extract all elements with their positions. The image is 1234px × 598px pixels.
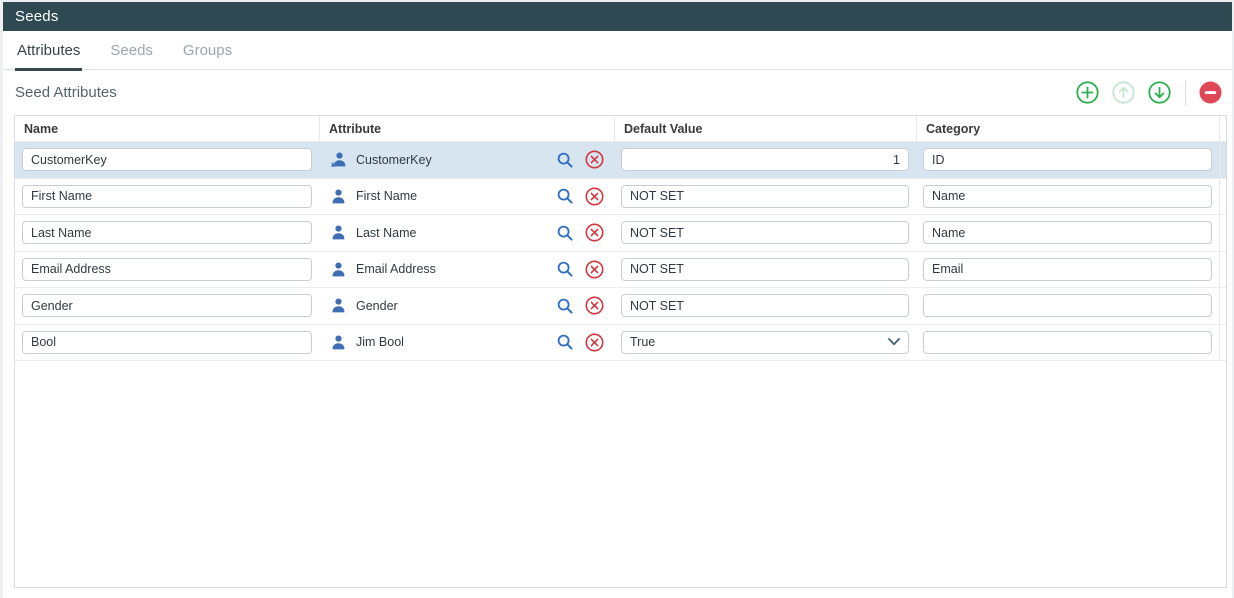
name-input[interactable] bbox=[22, 294, 312, 317]
toolbar-divider bbox=[1185, 80, 1186, 106]
default-value-input[interactable] bbox=[621, 148, 909, 171]
clear-attribute-icon[interactable] bbox=[584, 150, 604, 170]
chevron-down-icon bbox=[888, 338, 900, 346]
toolbar bbox=[1063, 80, 1222, 106]
clear-attribute-icon[interactable] bbox=[584, 296, 604, 316]
category-input[interactable] bbox=[923, 258, 1212, 281]
tab-bar: Attributes Seeds Groups bbox=[3, 31, 1232, 70]
person-icon bbox=[330, 188, 347, 205]
attribute-label: Email Address bbox=[356, 262, 436, 276]
search-attribute-icon[interactable] bbox=[555, 186, 575, 206]
move-up-button[interactable] bbox=[1111, 81, 1135, 105]
table-row[interactable]: Last Name bbox=[15, 215, 1226, 252]
default-value-dropdown[interactable]: True bbox=[621, 331, 909, 354]
default-value-input[interactable] bbox=[621, 185, 909, 208]
add-attribute-button[interactable] bbox=[1075, 81, 1099, 105]
column-header-name: Name bbox=[15, 116, 319, 141]
person-icon bbox=[330, 224, 347, 241]
arrow-up-circle-icon-disabled bbox=[1112, 81, 1135, 104]
column-header-category: Category bbox=[916, 116, 1219, 141]
table-row[interactable]: First Name bbox=[15, 179, 1226, 216]
table-row[interactable]: Gender bbox=[15, 288, 1226, 325]
tab-groups[interactable]: Groups bbox=[181, 42, 234, 71]
table-header-row: Name Attribute Default Value Category bbox=[15, 116, 1226, 142]
window-titlebar: Seeds bbox=[3, 2, 1232, 31]
attribute-label: First Name bbox=[356, 189, 417, 203]
tab-seeds-label: Seeds bbox=[110, 42, 153, 59]
person-icon bbox=[330, 297, 347, 314]
category-input[interactable] bbox=[923, 148, 1212, 171]
search-attribute-icon[interactable] bbox=[555, 259, 575, 279]
category-input[interactable] bbox=[923, 294, 1212, 317]
attribute-label: Jim Bool bbox=[356, 335, 404, 349]
person-icon bbox=[330, 261, 347, 278]
seeds-panel: Seeds Attributes Seeds Groups Seed Attri… bbox=[3, 2, 1232, 598]
name-input[interactable] bbox=[22, 185, 312, 208]
tab-seeds[interactable]: Seeds bbox=[108, 42, 155, 71]
name-input[interactable] bbox=[22, 221, 312, 244]
search-attribute-icon[interactable] bbox=[555, 223, 575, 243]
column-header-attribute: Attribute bbox=[319, 116, 614, 141]
section-title: Seed Attributes bbox=[15, 84, 117, 101]
clear-attribute-icon[interactable] bbox=[584, 223, 604, 243]
minus-circle-icon bbox=[1199, 81, 1222, 104]
table-row[interactable]: Email Address bbox=[15, 252, 1226, 289]
search-attribute-icon[interactable] bbox=[555, 150, 575, 170]
clear-attribute-icon[interactable] bbox=[584, 186, 604, 206]
table-row[interactable]: CustomerKey bbox=[15, 142, 1226, 179]
move-down-button[interactable] bbox=[1147, 81, 1171, 105]
category-input[interactable] bbox=[923, 221, 1212, 244]
tab-attributes-label: Attributes bbox=[17, 42, 80, 59]
tab-attributes[interactable]: Attributes bbox=[15, 42, 82, 71]
table-row[interactable]: Jim Bool True bbox=[15, 325, 1226, 362]
category-input[interactable] bbox=[923, 185, 1212, 208]
attribute-label: Gender bbox=[356, 299, 398, 313]
clear-attribute-icon[interactable] bbox=[584, 332, 604, 352]
search-attribute-icon[interactable] bbox=[555, 332, 575, 352]
arrow-down-circle-icon bbox=[1148, 81, 1171, 104]
section-header-row: Seed Attributes bbox=[3, 70, 1232, 115]
default-value-input[interactable] bbox=[621, 294, 909, 317]
seed-attributes-table: Name Attribute Default Value Category Cu… bbox=[14, 115, 1227, 588]
clear-attribute-icon[interactable] bbox=[584, 259, 604, 279]
default-value-input[interactable] bbox=[621, 258, 909, 281]
column-header-default-value: Default Value bbox=[614, 116, 916, 141]
search-attribute-icon[interactable] bbox=[555, 296, 575, 316]
name-input[interactable] bbox=[22, 331, 312, 354]
name-input[interactable] bbox=[22, 258, 312, 281]
category-input[interactable] bbox=[923, 331, 1212, 354]
plus-circle-icon bbox=[1076, 81, 1099, 104]
default-value-input[interactable] bbox=[621, 221, 909, 244]
dropdown-selected-value: True bbox=[630, 335, 888, 349]
scrollbar-gutter bbox=[1219, 116, 1226, 141]
attribute-label: Last Name bbox=[356, 226, 416, 240]
tab-groups-label: Groups bbox=[183, 42, 232, 59]
window-title: Seeds bbox=[15, 8, 59, 25]
name-input[interactable] bbox=[22, 148, 312, 171]
person-icon bbox=[330, 334, 347, 351]
person-arrow-icon bbox=[330, 151, 347, 168]
attribute-label: CustomerKey bbox=[356, 153, 432, 167]
remove-attribute-button[interactable] bbox=[1198, 81, 1222, 105]
